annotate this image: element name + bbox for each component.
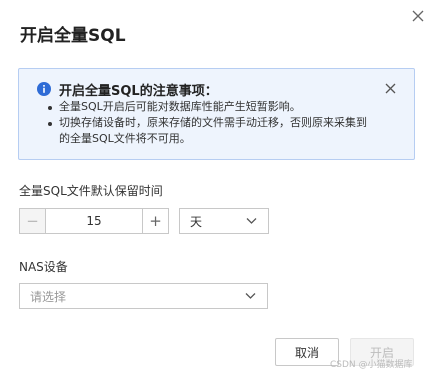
chevron-down-icon	[246, 217, 257, 225]
bullet-icon	[48, 106, 52, 110]
notice-item-text: 切换存储设备时，原来存储的文件需手动迁移，否则原来采集到的全量SQL文件将不可用…	[59, 116, 367, 145]
retention-unit-select[interactable]: 天	[179, 208, 269, 234]
chevron-down-icon	[245, 292, 256, 300]
notice-close-icon[interactable]	[384, 82, 397, 95]
notice-list: 全量SQL开启后可能对数据库性能产生短暂影响。 切换存储设备时，原来存储的文件需…	[45, 99, 375, 147]
dialog-close-icon[interactable]	[410, 8, 426, 24]
nas-device-label: NAS设备	[19, 260, 68, 274]
retention-stepper: − 15 +	[19, 208, 169, 234]
decrement-button[interactable]: −	[20, 209, 46, 233]
notice-box: 开启全量SQL的注意事项： 全量SQL开启后可能对数据库性能产生短暂影响。 切换…	[18, 68, 415, 160]
notice-item: 全量SQL开启后可能对数据库性能产生短暂影响。	[45, 99, 375, 115]
nas-device-placeholder: 请选择	[30, 289, 67, 304]
dialog-title: 开启全量SQL	[20, 26, 126, 46]
watermark: CSDN @小猫数据库	[330, 360, 413, 370]
notice-item-text: 全量SQL开启后可能对数据库性能产生短暂影响。	[59, 100, 301, 113]
increment-button[interactable]: +	[142, 209, 168, 233]
notice-item: 切换存储设备时，原来存储的文件需手动迁移，否则原来采集到的全量SQL文件将不可用…	[45, 115, 375, 147]
retention-value-input[interactable]: 15	[46, 209, 142, 233]
nas-device-select[interactable]: 请选择	[19, 283, 268, 309]
enable-full-sql-dialog: 开启全量SQL 开启全量SQL的注意事项： 全量SQL开启后可能对数据库性能产生…	[0, 0, 440, 375]
info-icon	[37, 82, 51, 96]
notice-title: 开启全量SQL的注意事项：	[59, 84, 218, 99]
retention-label: 全量SQL文件默认保留时间	[19, 184, 163, 198]
bullet-icon	[48, 122, 52, 126]
retention-unit-value: 天	[190, 214, 203, 229]
